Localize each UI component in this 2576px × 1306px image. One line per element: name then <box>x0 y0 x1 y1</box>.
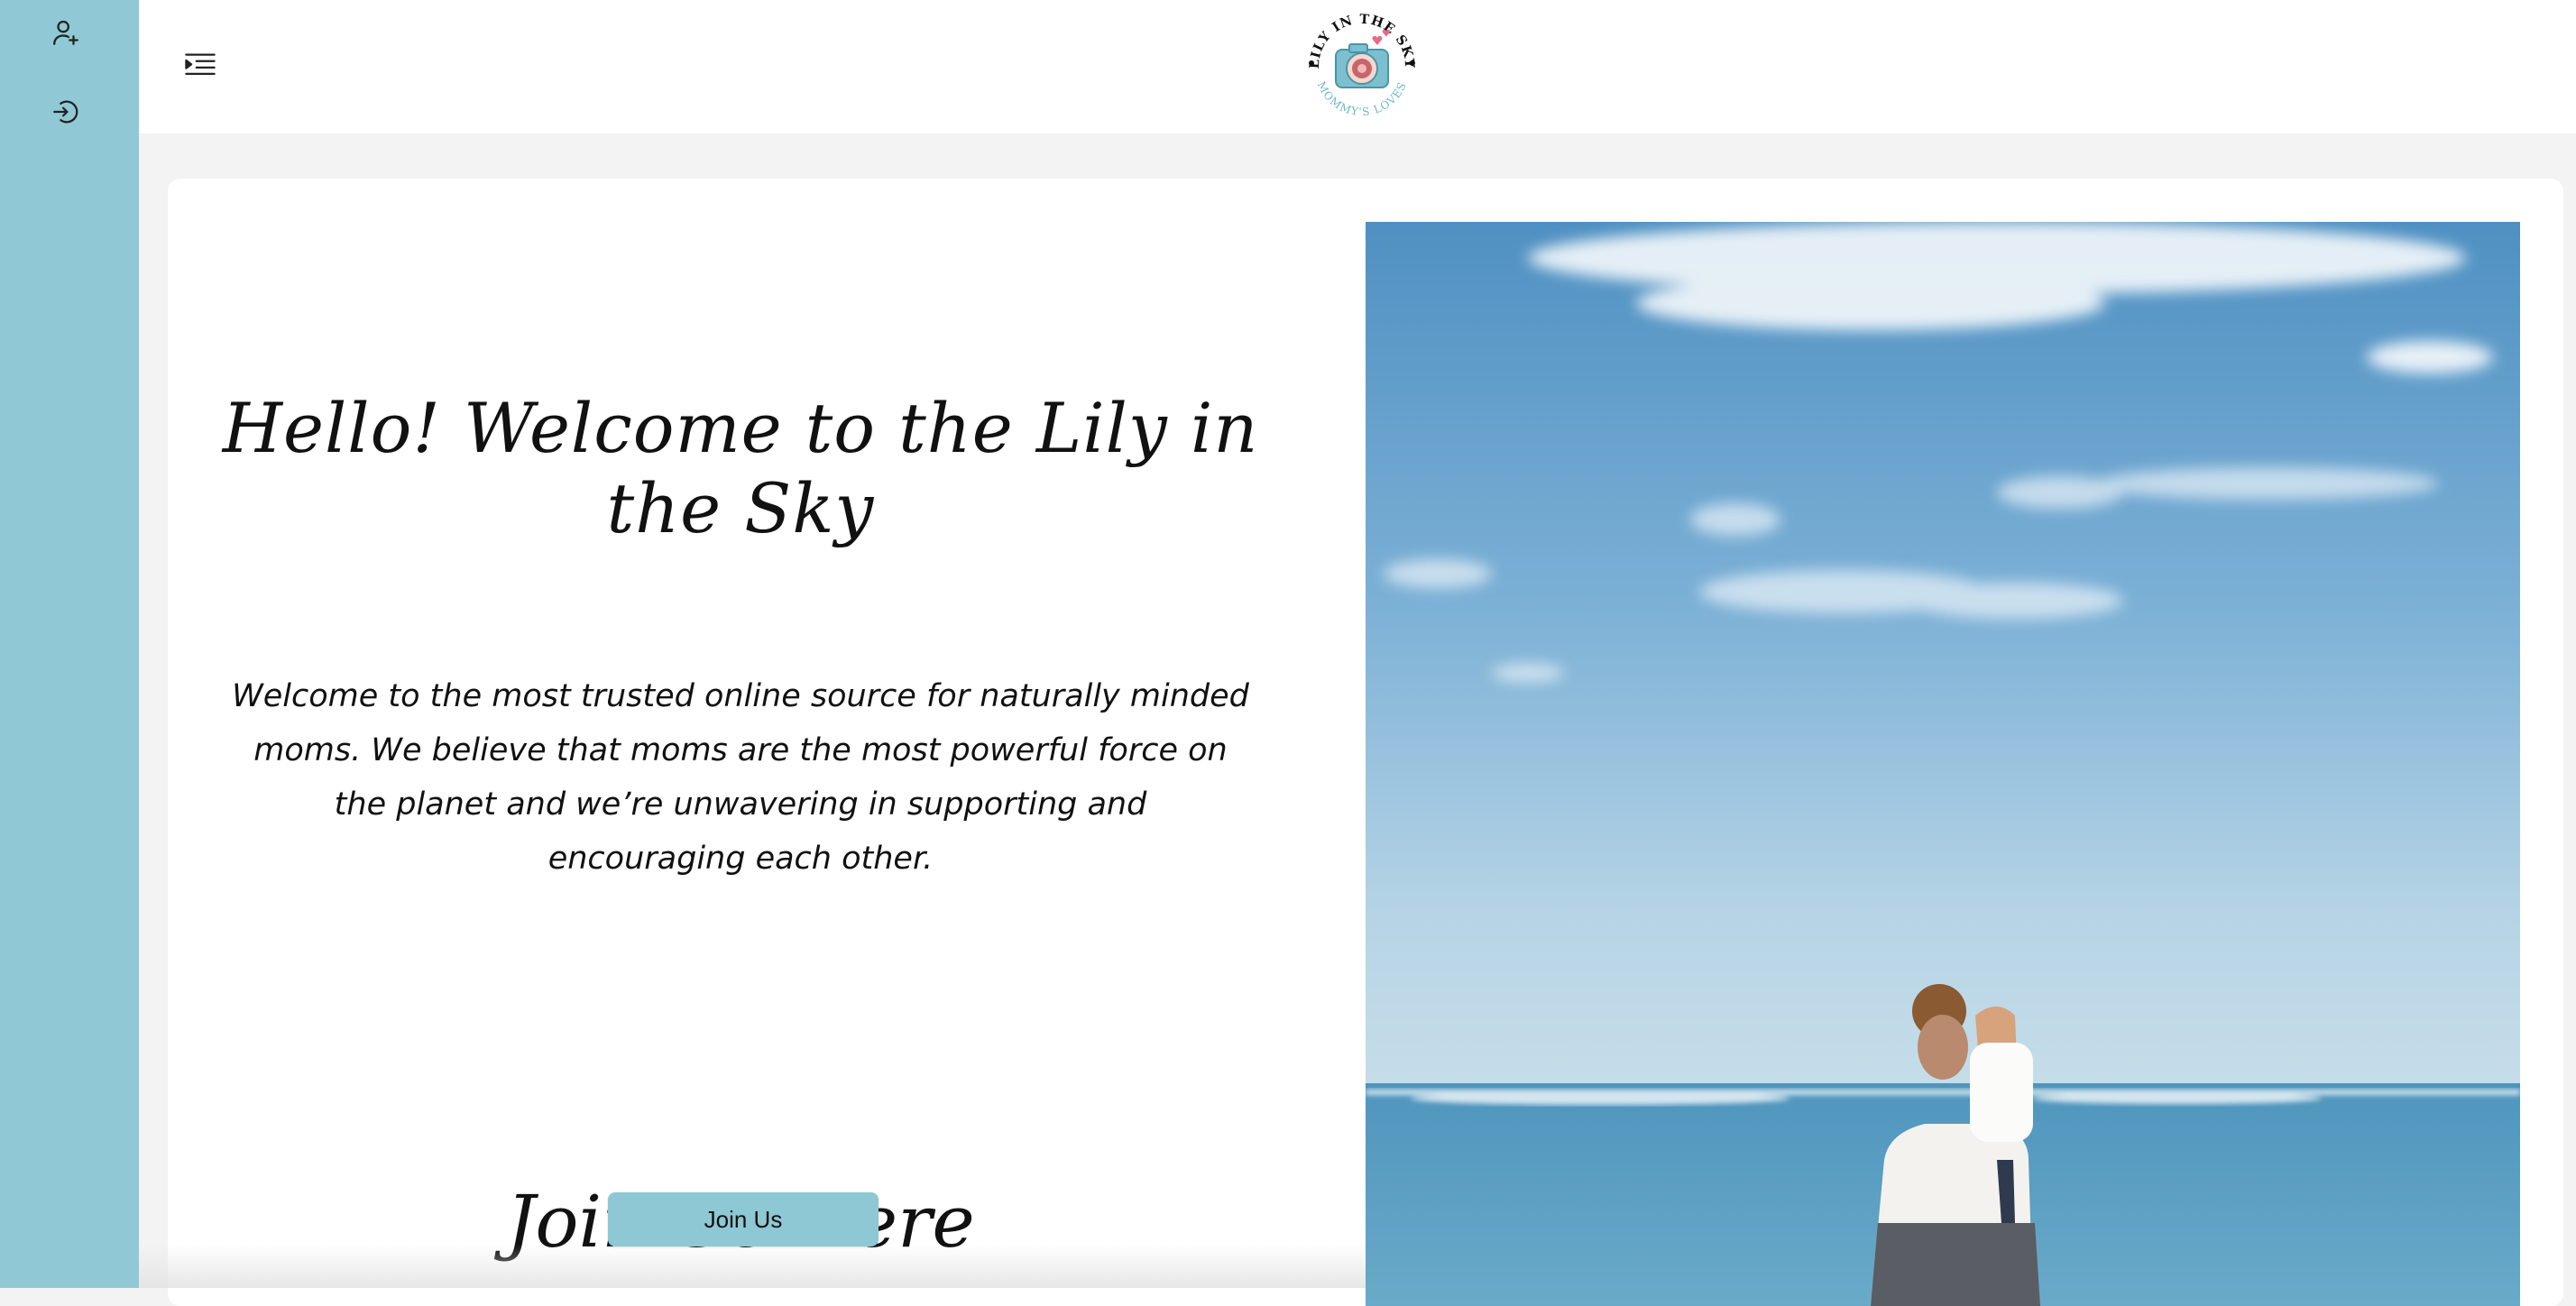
page-title: Hello! Welcome to the Lily in the Sky <box>222 388 1259 548</box>
add-user-button[interactable] <box>42 9 89 56</box>
sidebar <box>0 0 139 1288</box>
logout-icon <box>53 100 78 124</box>
site-logo[interactable]: LILY IN THE SKY MOMMY'S LOVES <box>1295 0 1429 133</box>
hero-image <box>1366 222 2520 1306</box>
intro-text: Welcome to the most trusted online sourc… <box>232 678 1249 877</box>
menu-toggle-button[interactable] <box>175 40 225 90</box>
add-user-icon <box>53 20 78 45</box>
main-card: Hello! Welcome to the Lily in the Sky We… <box>168 179 2563 1306</box>
header: LILY IN THE SKY MOMMY'S LOVES <box>139 0 2576 133</box>
logout-button[interactable] <box>42 88 89 135</box>
join-us-button[interactable]: Join Us <box>608 1192 879 1246</box>
menu-indent-icon <box>185 53 216 76</box>
